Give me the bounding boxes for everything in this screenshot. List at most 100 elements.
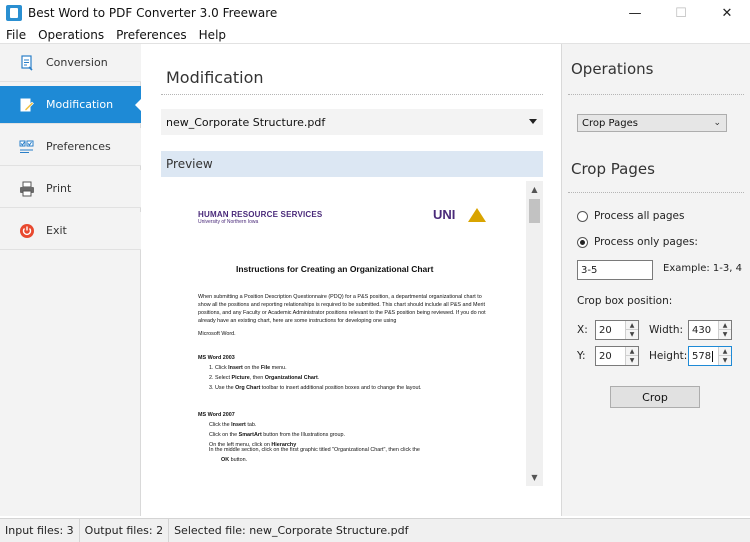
sidebar-item-exit[interactable]: Exit (0, 212, 141, 250)
status-input-files: Input files: 3 (0, 518, 80, 542)
doc-2007-line-2: Click on the SmartArt button from the Il… (209, 432, 346, 438)
operation-select-value: Crop Pages (582, 117, 638, 129)
doc-intro: When submitting a Position Description Q… (198, 294, 486, 324)
chevron-down-icon (529, 119, 537, 124)
stepper-up-icon: ▲ (719, 321, 731, 330)
pages-example: Example: 1-3, 4 (663, 263, 742, 274)
stepper-up-icon: ▲ (626, 347, 638, 356)
stepper-buttons[interactable]: ▲ ▼ (625, 321, 638, 339)
x-value: 20 (599, 324, 612, 336)
height-stepper[interactable]: 578 ▲ ▼ (688, 346, 732, 366)
close-button[interactable]: ✕ (704, 0, 750, 26)
x-label: X: (577, 324, 588, 336)
operation-select[interactable]: Crop Pages ⌄ (577, 114, 727, 132)
radio-label: Process only pages: (594, 236, 698, 248)
chevron-down-icon: ⌄ (713, 118, 721, 128)
sidebar: Conversion Modification Preferences Prin… (0, 44, 141, 516)
pages-input[interactable]: 3-5 (577, 260, 653, 280)
checklist-icon (18, 138, 36, 156)
stepper-down-icon: ▼ (722, 331, 728, 338)
crop-button[interactable]: Crop (610, 386, 700, 408)
stepper-down-icon: ▼ (722, 357, 728, 364)
divider (568, 192, 744, 193)
divider (568, 94, 744, 95)
status-output-files: Output files: 2 (80, 518, 170, 542)
divider (161, 94, 543, 95)
sidebar-item-label: Conversion (46, 56, 108, 69)
main-panel: Modification new_Corporate Structure.pdf… (142, 44, 560, 516)
y-value: 20 (599, 350, 612, 362)
doc-2007-line-1: Click the Insert tab. (209, 422, 257, 428)
doc-2007-line-5: OK button. (221, 457, 248, 463)
conversion-icon (18, 54, 36, 72)
doc-software: Microsoft Word. (198, 331, 236, 337)
edit-icon (18, 96, 36, 114)
radio-label: Process all pages (594, 210, 685, 222)
sidebar-item-label: Modification (46, 98, 114, 111)
stepper-down-icon: ▼ (629, 331, 635, 338)
doc-header-org: HUMAN RESOURCE SERVICES (198, 210, 323, 219)
doc-2007-line-4: In the middle section, click on the firs… (209, 447, 420, 453)
x-stepper[interactable]: 20 ▲ ▼ (595, 320, 639, 340)
menu-preferences[interactable]: Preferences (110, 28, 193, 42)
doc-logo: UNI (433, 207, 456, 222)
doc-title: Instructions for Creating an Organizatio… (236, 264, 434, 274)
menu-bar: File Operations Preferences Help (0, 26, 750, 44)
stepper-buttons[interactable]: ▲ ▼ (718, 347, 731, 365)
window-controls: — ☐ ✕ (612, 0, 750, 26)
maximize-button[interactable]: ☐ (658, 0, 704, 26)
preview-scrollbar[interactable]: ▲ ▼ (526, 181, 543, 486)
power-icon (18, 222, 36, 240)
crop-box-label: Crop box position: (577, 295, 673, 307)
preview-header: Preview (161, 151, 543, 177)
sidebar-item-modification[interactable]: Modification (0, 86, 141, 124)
sidebar-item-conversion[interactable]: Conversion (0, 44, 141, 82)
app-icon (6, 5, 22, 21)
stepper-buttons[interactable]: ▲ ▼ (718, 321, 731, 339)
doc-step-2: 2. Select Picture, then Organizational C… (209, 375, 320, 381)
menu-operations[interactable]: Operations (32, 28, 110, 42)
sidebar-item-preferences[interactable]: Preferences (0, 128, 141, 166)
sidebar-item-print[interactable]: Print (0, 170, 141, 208)
stepper-down-icon: ▼ (629, 357, 635, 364)
y-label: Y: (577, 350, 586, 362)
doc-ms2003-heading: MS Word 2003 (198, 355, 235, 361)
scroll-up-icon[interactable]: ▲ (526, 181, 543, 198)
minimize-button[interactable]: — (612, 0, 658, 26)
height-label: Height: (649, 350, 688, 362)
radio-button[interactable] (577, 236, 588, 248)
radio-process-all[interactable]: Process all pages (577, 210, 684, 222)
operations-title: Operations (571, 60, 654, 78)
radio-process-only[interactable]: Process only pages: (577, 236, 698, 248)
menu-file[interactable]: File (0, 28, 32, 42)
crop-pages-title: Crop Pages (571, 160, 655, 178)
width-label: Width: (649, 324, 684, 336)
printer-icon (18, 180, 36, 198)
file-select[interactable]: new_Corporate Structure.pdf (161, 109, 543, 135)
stepper-up-icon: ▲ (719, 347, 731, 356)
status-selected-file: Selected file: new_Corporate Structure.p… (174, 524, 409, 537)
sidebar-item-label: Preferences (46, 140, 111, 153)
doc-step-3: 3. Use the Org Chart toolbar to insert a… (209, 385, 422, 391)
status-bar: Input files: 3 Output files: 2 Selected … (0, 518, 750, 542)
scroll-down-icon[interactable]: ▼ (526, 469, 543, 486)
y-stepper[interactable]: 20 ▲ ▼ (595, 346, 639, 366)
doc-ms2007-heading: MS Word 2007 (198, 412, 235, 418)
sidebar-item-label: Exit (46, 224, 67, 237)
file-select-value: new_Corporate Structure.pdf (166, 115, 326, 129)
document-preview: HUMAN RESOURCE SERVICES University of No… (161, 181, 526, 486)
stepper-up-icon: ▲ (626, 321, 638, 330)
title-bar: Best Word to PDF Converter 3.0 Freeware … (0, 0, 750, 26)
text-cursor (712, 350, 714, 362)
scroll-thumb[interactable] (529, 199, 540, 223)
operations-panel: Operations Crop Pages ⌄ Crop Pages Proce… (561, 44, 750, 516)
width-value: 430 (692, 324, 712, 336)
logo-mark-icon (468, 208, 486, 222)
radio-button[interactable] (577, 210, 588, 222)
doc-header-sub: University of Northern Iowa (198, 219, 259, 225)
page-title: Modification (166, 68, 264, 87)
width-stepper[interactable]: 430 ▲ ▼ (688, 320, 732, 340)
stepper-buttons[interactable]: ▲ ▼ (625, 347, 638, 365)
menu-help[interactable]: Help (193, 28, 232, 42)
preview-pane[interactable]: HUMAN RESOURCE SERVICES University of No… (161, 181, 543, 486)
